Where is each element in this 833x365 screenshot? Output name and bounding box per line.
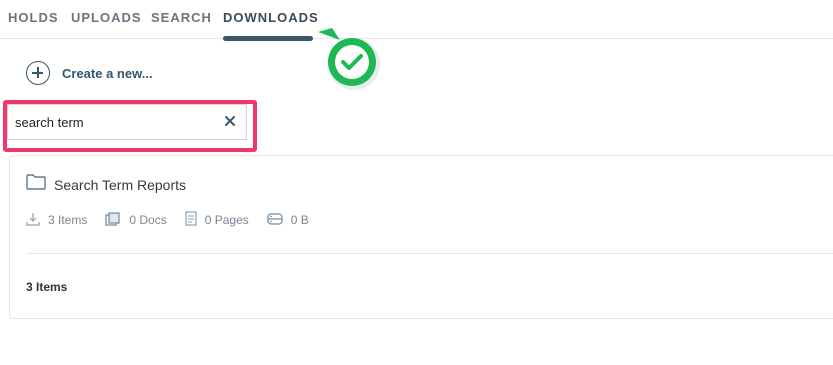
storage-icon <box>267 212 291 229</box>
create-new-button[interactable]: Create a new... <box>26 60 153 86</box>
stat-size: 0 B <box>267 212 309 229</box>
search-input[interactable] <box>15 112 215 132</box>
close-icon[interactable] <box>223 114 237 128</box>
stat-pages: 0 Pages <box>185 211 249 229</box>
folder-title: Search Term Reports <box>54 176 187 193</box>
stat-docs-label: 0 Docs <box>129 213 167 227</box>
search-box <box>7 104 247 140</box>
stat-items-label: 3 Items <box>48 213 88 227</box>
stat-size-label: 0 B <box>290 213 309 227</box>
folder-icon <box>26 174 46 195</box>
card-divider <box>26 253 833 254</box>
folder-card: Search Term Reports 3 Items 0 Docs 0 Pag… <box>9 155 833 319</box>
tab-bar: HOLDS UPLOADS SEARCH DOWNLOADS <box>0 0 833 41</box>
success-check-icon <box>312 24 384 92</box>
create-new-label: Create a new... <box>62 65 153 81</box>
stat-docs: 0 Docs <box>105 211 167 229</box>
stat-items: 3 Items <box>26 212 87 229</box>
download-icon <box>26 212 48 229</box>
stat-pages-label: 0 Pages <box>204 213 249 227</box>
active-tab-indicator <box>223 36 313 41</box>
tab-holds[interactable]: HOLDS <box>8 10 59 25</box>
tab-downloads[interactable]: DOWNLOADS <box>223 10 319 25</box>
folder-title-row[interactable]: Search Term Reports <box>26 174 186 195</box>
tab-uploads[interactable]: UPLOADS <box>71 10 142 25</box>
item-count: 3 Items <box>26 280 68 294</box>
tab-search[interactable]: SEARCH <box>151 10 212 25</box>
page-icon <box>185 211 205 229</box>
documents-icon <box>105 211 129 229</box>
folder-stats: 3 Items 0 Docs 0 Pages 0 B <box>26 211 327 229</box>
plus-circle-icon <box>26 61 50 85</box>
